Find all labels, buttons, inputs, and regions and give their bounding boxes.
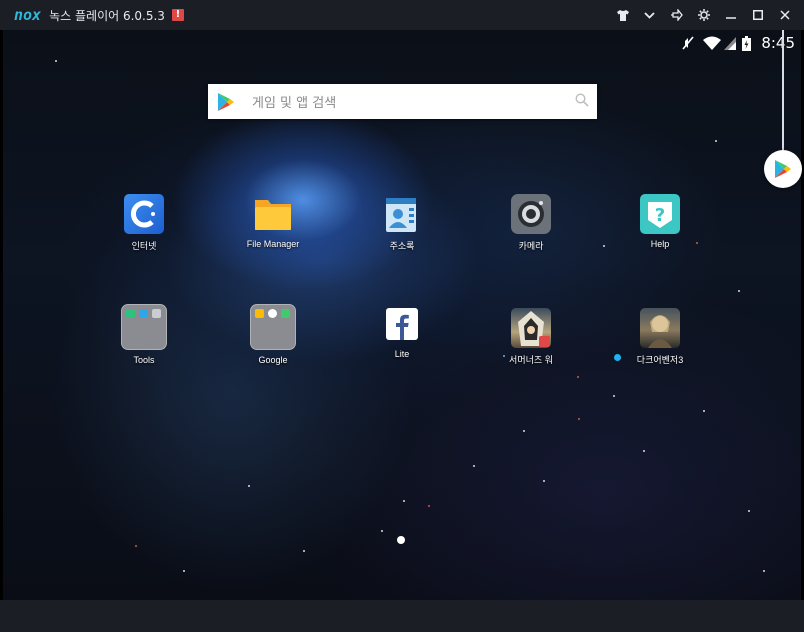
app-google-folder[interactable]: Google bbox=[225, 304, 321, 365]
google-folder-icon bbox=[250, 304, 296, 350]
app-label: File Manager bbox=[246, 239, 300, 249]
app-internet[interactable]: 인터넷 bbox=[96, 194, 192, 252]
app-label: 주소록 bbox=[389, 241, 415, 251]
app-summoners-war[interactable]: 서머너즈 워 bbox=[483, 308, 579, 366]
search-placeholder: 게임 및 앱 검색 bbox=[252, 96, 337, 111]
app-tools-folder[interactable]: Tools bbox=[96, 304, 192, 365]
gear-icon bbox=[697, 9, 710, 21]
app-file-manager[interactable]: File Manager bbox=[225, 194, 321, 249]
app-dark-avenger-3[interactable]: 다크어벤저3 bbox=[612, 308, 708, 366]
minimize-icon bbox=[725, 17, 736, 19]
maximize-button[interactable] bbox=[744, 0, 771, 30]
app-label: 인터넷 bbox=[131, 241, 157, 251]
app-label: Lite bbox=[394, 349, 410, 359]
tools-folder-icon bbox=[121, 304, 167, 350]
app-label: Tools bbox=[133, 355, 155, 365]
wifi-icon bbox=[703, 36, 722, 50]
window-title: 녹스 플레이어 6.0.5.3 bbox=[49, 8, 165, 23]
chevron-down-icon bbox=[644, 11, 655, 19]
skin-button[interactable] bbox=[609, 0, 636, 30]
battery-icon bbox=[742, 35, 752, 51]
window-titlebar: nox 녹스 플레이어 6.0.5.3 ! bbox=[0, 0, 804, 30]
pin-button[interactable] bbox=[663, 0, 690, 30]
close-button[interactable] bbox=[771, 0, 798, 30]
side-handle-line bbox=[782, 30, 784, 150]
search-icon[interactable] bbox=[575, 93, 589, 107]
status-clock: 8:45 bbox=[761, 34, 795, 52]
app-label: 카메라 bbox=[518, 241, 544, 251]
help-icon: ? bbox=[640, 194, 680, 234]
mute-icon bbox=[682, 36, 694, 50]
close-icon bbox=[779, 10, 790, 20]
app-label: 서머너즈 워 bbox=[509, 355, 553, 365]
app-label: 다크어벤저3 bbox=[636, 355, 684, 365]
side-play-store-button[interactable] bbox=[764, 150, 802, 188]
android-home-screen: 8:45 게임 및 앱 검색 인터넷 File Manager 주소록 카메라 … bbox=[3, 30, 801, 600]
facebook-lite-icon bbox=[386, 308, 418, 340]
android-status-bar: 8:45 bbox=[681, 32, 795, 54]
settings-button[interactable] bbox=[690, 0, 717, 30]
signal-icon bbox=[724, 36, 737, 50]
play-store-icon bbox=[775, 160, 791, 178]
maximize-icon bbox=[752, 10, 763, 20]
file-manager-icon bbox=[253, 194, 293, 234]
play-search-bar[interactable]: 게임 및 앱 검색 bbox=[208, 84, 597, 119]
app-label: Google bbox=[258, 355, 288, 365]
play-store-icon bbox=[218, 92, 234, 111]
tshirt-icon bbox=[616, 9, 629, 21]
window-bottom-frame bbox=[0, 600, 804, 632]
dark-avenger-3-icon bbox=[640, 308, 680, 348]
app-label: Help bbox=[650, 239, 670, 249]
app-camera[interactable]: 카메라 bbox=[483, 194, 579, 252]
update-badge[interactable]: ! bbox=[171, 9, 184, 21]
nox-logo: nox bbox=[14, 6, 42, 24]
menu-button[interactable] bbox=[636, 0, 663, 30]
app-help[interactable]: ? Help bbox=[612, 194, 708, 249]
camera-icon bbox=[511, 194, 551, 234]
titlebar-controls bbox=[609, 0, 798, 30]
browser-icon bbox=[124, 194, 164, 234]
app-contacts[interactable]: 주소록 bbox=[354, 194, 450, 252]
contacts-icon bbox=[382, 194, 422, 234]
page-indicator[interactable] bbox=[397, 536, 405, 544]
minimize-button[interactable] bbox=[717, 0, 744, 30]
app-facebook-lite[interactable]: Lite bbox=[354, 308, 450, 359]
svg-text:?: ? bbox=[655, 205, 665, 226]
pin-icon bbox=[670, 9, 683, 21]
summoners-war-icon bbox=[511, 308, 551, 348]
